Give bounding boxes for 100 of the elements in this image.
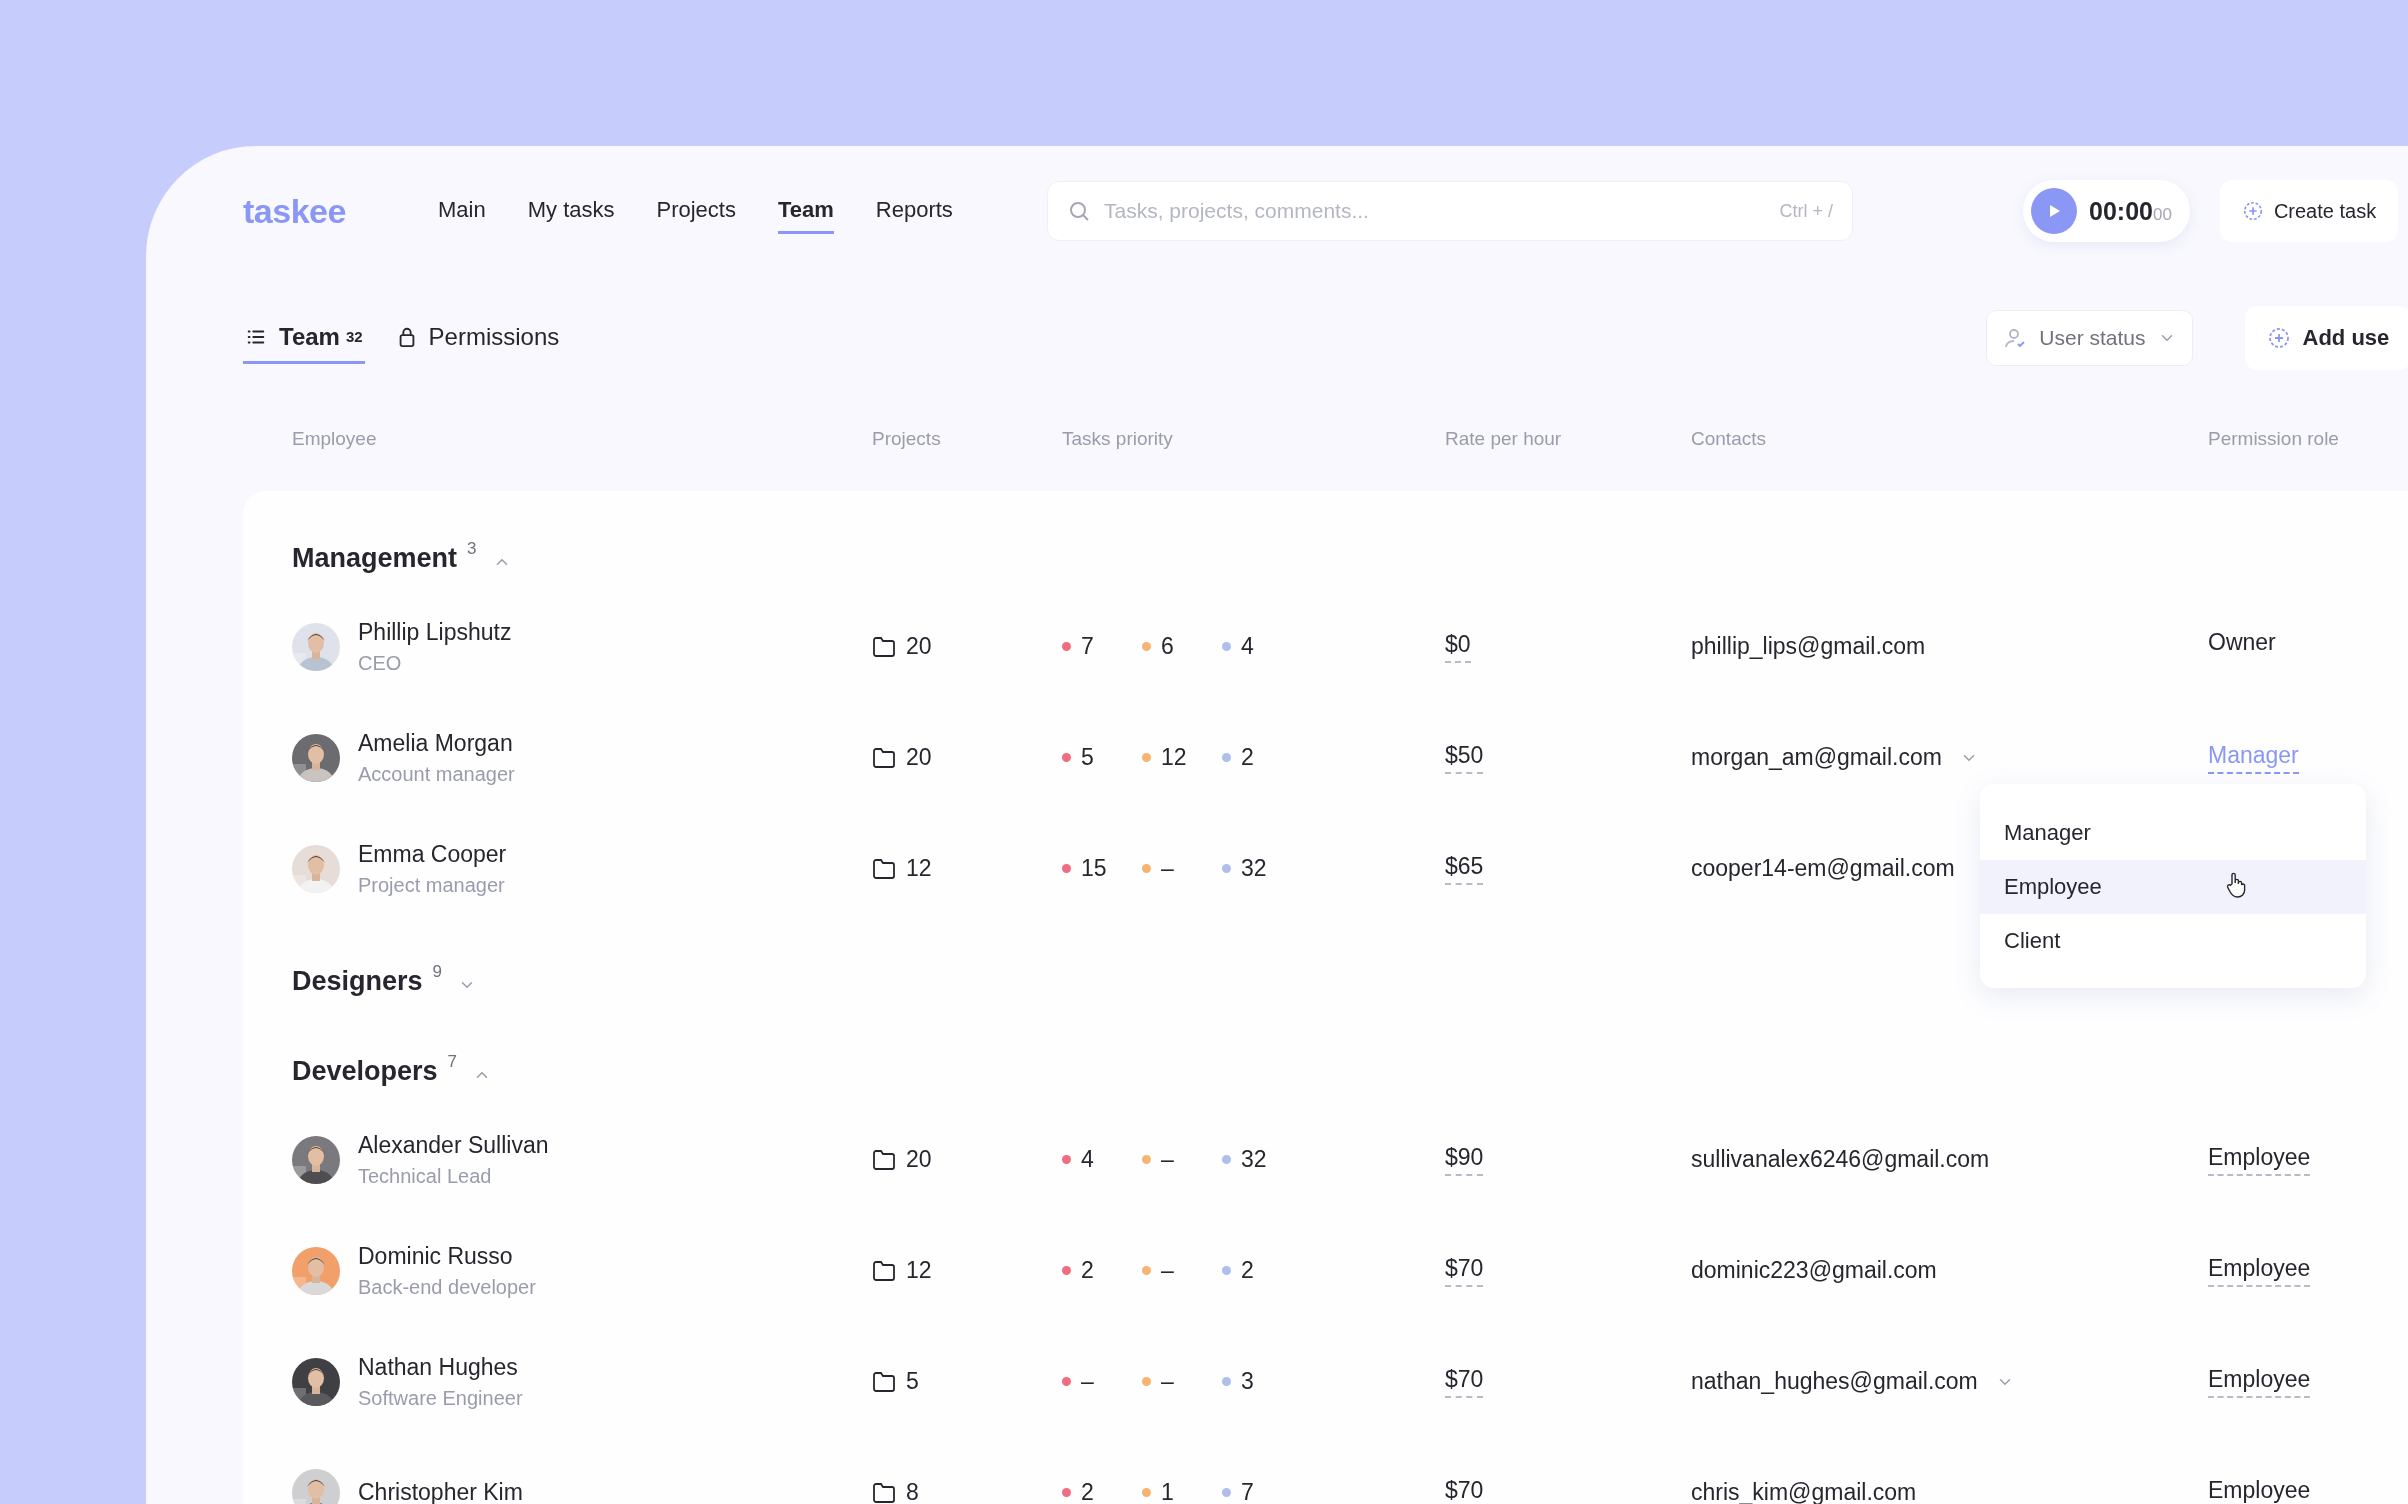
nav-tab[interactable]: Team <box>777 188 834 234</box>
group-title: Designers <box>292 966 423 997</box>
employee-name: Alexander Sullivan <box>358 1131 549 1159</box>
hourly-rate[interactable]: $65 <box>1445 852 1484 885</box>
menu-item[interactable]: Manager <box>1980 806 2366 860</box>
hourly-rate[interactable]: $70 <box>1445 1365 1484 1398</box>
column-header: Contacts <box>1691 428 1766 451</box>
employee-title: CEO <box>358 651 403 675</box>
priority-count: 2 <box>1081 1479 1094 1504</box>
folder-icon <box>872 1148 896 1171</box>
priority-count: – <box>1081 1368 1094 1395</box>
priority-count: – <box>1161 855 1174 882</box>
group-count: 7 <box>447 1052 458 1072</box>
user-check-icon <box>2003 326 2028 350</box>
employee-name: Christopher Kim <box>358 1479 523 1504</box>
employee-title: Back-end developer <box>358 1275 536 1299</box>
email: cooper14-em@gmail.com <box>1691 855 1955 882</box>
priority-count: 5 <box>1081 744 1094 771</box>
priority-count: 2 <box>1081 1257 1094 1284</box>
priority-count: 1 <box>1161 1479 1174 1504</box>
priority-count: – <box>1161 1146 1174 1173</box>
group-count: 9 <box>432 962 443 982</box>
employee-title: Project manager <box>358 873 506 897</box>
nav-tab[interactable]: Main <box>438 188 486 234</box>
employee-name: Phillip Lipshutz <box>358 618 512 646</box>
column-header: Permission role <box>2208 428 2339 451</box>
priority-count: 3 <box>1241 1368 1254 1395</box>
employee-name: Amelia Morgan <box>358 729 514 757</box>
group-title: Developers <box>292 1056 438 1087</box>
project-count: 20 <box>906 1146 932 1173</box>
plus-circle-icon <box>2241 200 2264 222</box>
group-count: 3 <box>467 539 477 559</box>
search-icon <box>1067 199 1091 223</box>
menu-item[interactable]: Employee <box>1980 860 2366 914</box>
add-user-button[interactable]: Add use <box>2244 306 2408 370</box>
priority-count: 6 <box>1161 633 1174 660</box>
employee-name: Emma Cooper <box>358 840 507 868</box>
email: dominic223@gmail.com <box>1691 1257 1937 1284</box>
folder-icon <box>872 635 896 658</box>
permission-role[interactable]: Employee <box>2208 1254 2311 1287</box>
hourly-rate[interactable]: $50 <box>1445 741 1484 774</box>
folder-icon <box>872 1370 896 1393</box>
priority-count: 7 <box>1081 633 1094 660</box>
hourly-rate[interactable]: $0 <box>1445 630 1471 663</box>
user-status-filter[interactable]: User status <box>1986 310 2193 366</box>
employee-name: Nathan Hughes <box>358 1353 519 1381</box>
employee-title: Technical Lead <box>358 1164 493 1188</box>
priority-count: 32 <box>1241 1146 1267 1173</box>
project-count: 8 <box>906 1479 919 1504</box>
project-count: 5 <box>906 1368 919 1395</box>
hourly-rate[interactable]: $70 <box>1445 1254 1484 1287</box>
column-header: Projects <box>872 428 941 451</box>
folder-icon <box>872 1259 896 1282</box>
priority-count: 4 <box>1081 1146 1094 1173</box>
permission-role: Owner <box>2208 629 2276 657</box>
project-count: 20 <box>906 744 932 771</box>
play-button[interactable] <box>2031 188 2077 234</box>
employee-title: Software Engineer <box>358 1386 523 1410</box>
hand-cursor-icon <box>2225 872 2247 898</box>
permission-role[interactable]: Employee <box>2208 1365 2311 1398</box>
hourly-rate[interactable]: $90 <box>1445 1143 1484 1176</box>
email: morgan_am@gmail.com <box>1691 744 1942 771</box>
project-count: 12 <box>906 855 932 882</box>
nav-tab[interactable]: Reports <box>875 188 953 234</box>
priority-count: 2 <box>1241 1257 1254 1284</box>
employee-title: Account manager <box>358 762 515 786</box>
view-tab[interactable]: Permissions <box>394 312 562 364</box>
hourly-rate[interactable]: $70 <box>1445 1476 1484 1504</box>
shortcut-hint: Ctrl + / <box>1779 201 1833 222</box>
employee-name: Dominic Russo <box>358 1242 514 1270</box>
column-header: Tasks priority <box>1062 428 1173 451</box>
plus-circle-icon <box>2266 326 2291 350</box>
folder-icon <box>872 857 896 880</box>
priority-count: – <box>1161 1368 1174 1395</box>
column-header: Employee <box>292 428 377 451</box>
priority-count: 15 <box>1081 855 1107 882</box>
project-count: 20 <box>906 633 932 660</box>
priority-count: 2 <box>1241 744 1254 771</box>
nav-tab[interactable]: Projects <box>656 188 736 234</box>
email: chris_kim@gmail.com <box>1691 1479 1917 1504</box>
folder-icon <box>872 746 896 769</box>
project-count: 12 <box>906 1257 932 1284</box>
column-header: Rate per hour <box>1445 428 1562 451</box>
priority-count: – <box>1161 1257 1174 1284</box>
email: nathan_hughes@gmail.com <box>1691 1368 1978 1395</box>
email: sullivanalex6246@gmail.com <box>1691 1146 1990 1173</box>
priority-count: 12 <box>1161 744 1187 771</box>
timer-seconds: 00 <box>2152 204 2172 225</box>
menu-item[interactable]: Client <box>1980 914 2366 968</box>
nav-tab[interactable]: My tasks <box>527 188 615 234</box>
email: phillip_lips@gmail.com <box>1691 633 1926 660</box>
timer-time: 00:00 <box>2089 196 2153 226</box>
group-title: Management <box>292 543 458 574</box>
permission-role[interactable]: Employee <box>2208 1143 2311 1176</box>
priority-count: 32 <box>1241 855 1267 882</box>
create-task-button[interactable]: Create task <box>2219 180 2399 242</box>
folder-icon <box>872 1481 896 1504</box>
permission-role[interactable]: Employee <box>2208 1476 2311 1504</box>
priority-count: 4 <box>1241 633 1254 660</box>
priority-count: 7 <box>1241 1479 1254 1504</box>
